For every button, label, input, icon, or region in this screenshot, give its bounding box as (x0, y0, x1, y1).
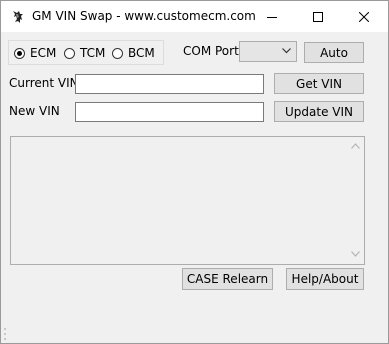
update-vin-button[interactable]: Update VIN (274, 101, 364, 122)
new-vin-label: New VIN (9, 104, 60, 118)
radio-tcm-label: TCM (80, 46, 106, 60)
help-about-button[interactable]: Help/About (286, 268, 364, 290)
scroll-down-icon[interactable] (351, 251, 360, 257)
radio-circle (14, 47, 25, 59)
maximize-icon (313, 11, 323, 22)
com-port-label: COM Port (183, 44, 239, 58)
maximize-button[interactable] (295, 1, 341, 32)
close-button[interactable] (341, 1, 387, 32)
title-bar: GM VIN Swap - www.customecm.com (1, 1, 388, 32)
window-title: GM VIN Swap - www.customecm.com (32, 9, 256, 23)
module-radio-group: ECM TCM BCM (8, 40, 164, 65)
radio-selected-dot (17, 50, 22, 56)
close-icon (359, 11, 369, 22)
minimize-button[interactable] (249, 1, 295, 32)
app-icon (13, 11, 23, 23)
radio-bcm-label: BCM (128, 46, 155, 60)
radio-circle (64, 47, 75, 59)
minimize-icon (267, 16, 277, 18)
radio-ecm-label: ECM (30, 46, 57, 60)
radio-ecm[interactable]: ECM (14, 46, 56, 60)
radio-tcm[interactable]: TCM (64, 46, 105, 60)
radio-bcm[interactable]: BCM (112, 46, 155, 60)
resize-grip-icon[interactable] (3, 327, 8, 341)
scroll-up-icon[interactable] (351, 143, 360, 149)
main-window: GM VIN Swap - www.customecm.com ECM TCM … (0, 0, 389, 344)
current-vin-label: Current VIN (9, 76, 79, 90)
log-scrollbar[interactable] (348, 138, 363, 263)
get-vin-button[interactable]: Get VIN (274, 73, 364, 94)
current-vin-field[interactable] (75, 74, 264, 94)
log-output[interactable] (10, 136, 365, 265)
new-vin-field[interactable] (75, 102, 264, 122)
radio-circle (112, 47, 123, 59)
chevron-down-icon (282, 48, 291, 54)
com-port-select[interactable] (239, 41, 297, 62)
auto-button[interactable]: Auto (304, 42, 364, 63)
case-relearn-button[interactable]: CASE Relearn (182, 268, 273, 290)
